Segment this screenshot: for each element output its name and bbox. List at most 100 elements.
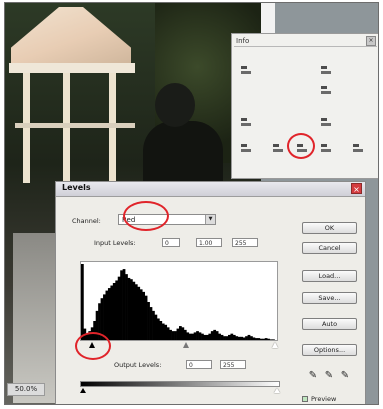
output-white-slider-handle[interactable] xyxy=(274,388,280,393)
histogram-bar xyxy=(105,290,109,340)
histogram-bar xyxy=(242,337,246,340)
histogram-bar xyxy=(159,321,163,340)
histogram-bar xyxy=(250,336,253,340)
histogram-bar xyxy=(152,310,155,340)
palette-readout-icon xyxy=(240,142,258,158)
screenshot-frame: 50.0% Info × Levels × Channel: Red ▼ Inp… xyxy=(4,2,379,405)
preview-label: Preview xyxy=(311,395,337,403)
output-black-slider-handle[interactable] xyxy=(80,388,86,393)
palette-tab-info[interactable]: Info xyxy=(236,37,249,45)
histogram-bar xyxy=(213,329,217,340)
histogram-bar xyxy=(203,334,207,340)
output-level-black-field[interactable]: 0 xyxy=(186,360,212,369)
histogram-bar xyxy=(196,331,199,340)
white-point-slider-handle[interactable] xyxy=(272,342,278,348)
histogram-bar xyxy=(179,326,182,340)
input-level-gamma-field[interactable]: 1.00 xyxy=(196,238,222,247)
histogram xyxy=(80,261,278,341)
histogram-bar xyxy=(147,302,150,340)
gamma-slider-handle[interactable] xyxy=(183,342,189,348)
histogram-bar xyxy=(198,332,202,340)
histogram-bar xyxy=(247,334,251,340)
histogram-bar xyxy=(112,283,116,340)
zoom-status: 50.0% xyxy=(7,383,45,396)
eyedropper-white-icon[interactable]: ✎ xyxy=(340,370,350,382)
histogram-bar xyxy=(215,331,219,340)
bride-figure xyxy=(13,233,61,403)
histogram-bar xyxy=(174,331,177,340)
gazebo-post xyxy=(23,73,30,183)
eyedropper-gray-icon[interactable]: ✎ xyxy=(324,370,334,382)
palette-readout-icon xyxy=(320,84,338,100)
histogram-bar xyxy=(267,338,270,340)
output-gradient-bar xyxy=(80,381,280,387)
histogram-bar xyxy=(156,318,160,340)
histogram-bar xyxy=(262,338,266,340)
highlight-circle-channel xyxy=(123,201,169,231)
eyedropper-black-icon[interactable]: ✎ xyxy=(308,370,318,382)
histogram-bar xyxy=(164,324,168,340)
histogram-bar xyxy=(259,338,263,340)
load-button[interactable]: Load... xyxy=(302,270,357,282)
output-levels-label: Output Levels: xyxy=(114,361,162,369)
histogram-bar xyxy=(139,289,143,340)
palette-readout-icon xyxy=(240,64,258,80)
histogram-bar xyxy=(228,334,231,340)
person-head xyxy=(155,83,195,127)
histogram-bar xyxy=(144,295,148,340)
histogram-bar xyxy=(232,334,236,340)
cancel-button[interactable]: Cancel xyxy=(302,242,357,254)
palette-close-icon[interactable]: × xyxy=(366,36,376,46)
gazebo-post xyxy=(109,73,116,183)
histogram-bar xyxy=(176,328,180,340)
palette-readout-icon xyxy=(320,64,338,80)
gazebo-beam xyxy=(9,63,135,73)
histogram-bar xyxy=(264,338,268,340)
histogram-bar xyxy=(110,285,114,340)
histogram-bar xyxy=(183,329,187,340)
histogram-bar xyxy=(134,284,138,340)
auto-button[interactable]: Auto xyxy=(302,318,357,330)
histogram-bar xyxy=(161,323,165,340)
histogram-bar xyxy=(137,286,141,340)
histogram-bar xyxy=(235,336,239,340)
highlight-circle-black-point xyxy=(75,332,111,360)
histogram-bar xyxy=(125,274,128,340)
input-level-black-field[interactable]: 0 xyxy=(162,238,180,247)
close-icon[interactable]: × xyxy=(351,183,362,194)
palette-readout-icon xyxy=(240,116,258,132)
histogram-bar xyxy=(252,337,256,340)
histogram-bar xyxy=(107,288,111,340)
histogram-bar xyxy=(81,264,84,340)
levels-title: Levels xyxy=(62,183,91,192)
gazebo-post xyxy=(63,73,70,183)
histogram-bar xyxy=(272,339,275,340)
histogram-bar xyxy=(142,291,145,340)
chevron-down-icon[interactable]: ▼ xyxy=(205,215,215,224)
ok-button[interactable]: OK xyxy=(302,222,357,234)
palette-readout-icon xyxy=(320,116,338,132)
channel-label: Channel: xyxy=(72,217,101,225)
histogram-bar xyxy=(103,294,106,340)
histogram-bar xyxy=(186,332,190,340)
histogram-bar xyxy=(171,331,175,340)
preview-checkbox[interactable] xyxy=(302,396,308,402)
input-level-white-field[interactable]: 255 xyxy=(232,238,258,247)
histogram-bar xyxy=(201,333,204,340)
histogram-bar xyxy=(188,333,192,340)
histogram-bar xyxy=(220,334,224,340)
gazebo-roof xyxy=(11,7,131,65)
options-button[interactable]: Options... xyxy=(302,344,357,356)
gazebo-rail xyxy=(15,123,135,128)
histogram-bar xyxy=(115,280,119,340)
highlight-circle-sampler xyxy=(287,133,315,159)
histogram-bar xyxy=(166,327,170,340)
histogram-bar xyxy=(254,338,258,340)
save-button[interactable]: Save... xyxy=(302,292,357,304)
histogram-bar xyxy=(191,333,194,340)
levels-titlebar[interactable]: Levels × xyxy=(56,182,365,197)
histogram-bar xyxy=(218,333,221,340)
output-level-white-field[interactable]: 255 xyxy=(220,360,246,369)
histogram-bar xyxy=(117,276,121,340)
histogram-bar xyxy=(122,269,126,340)
